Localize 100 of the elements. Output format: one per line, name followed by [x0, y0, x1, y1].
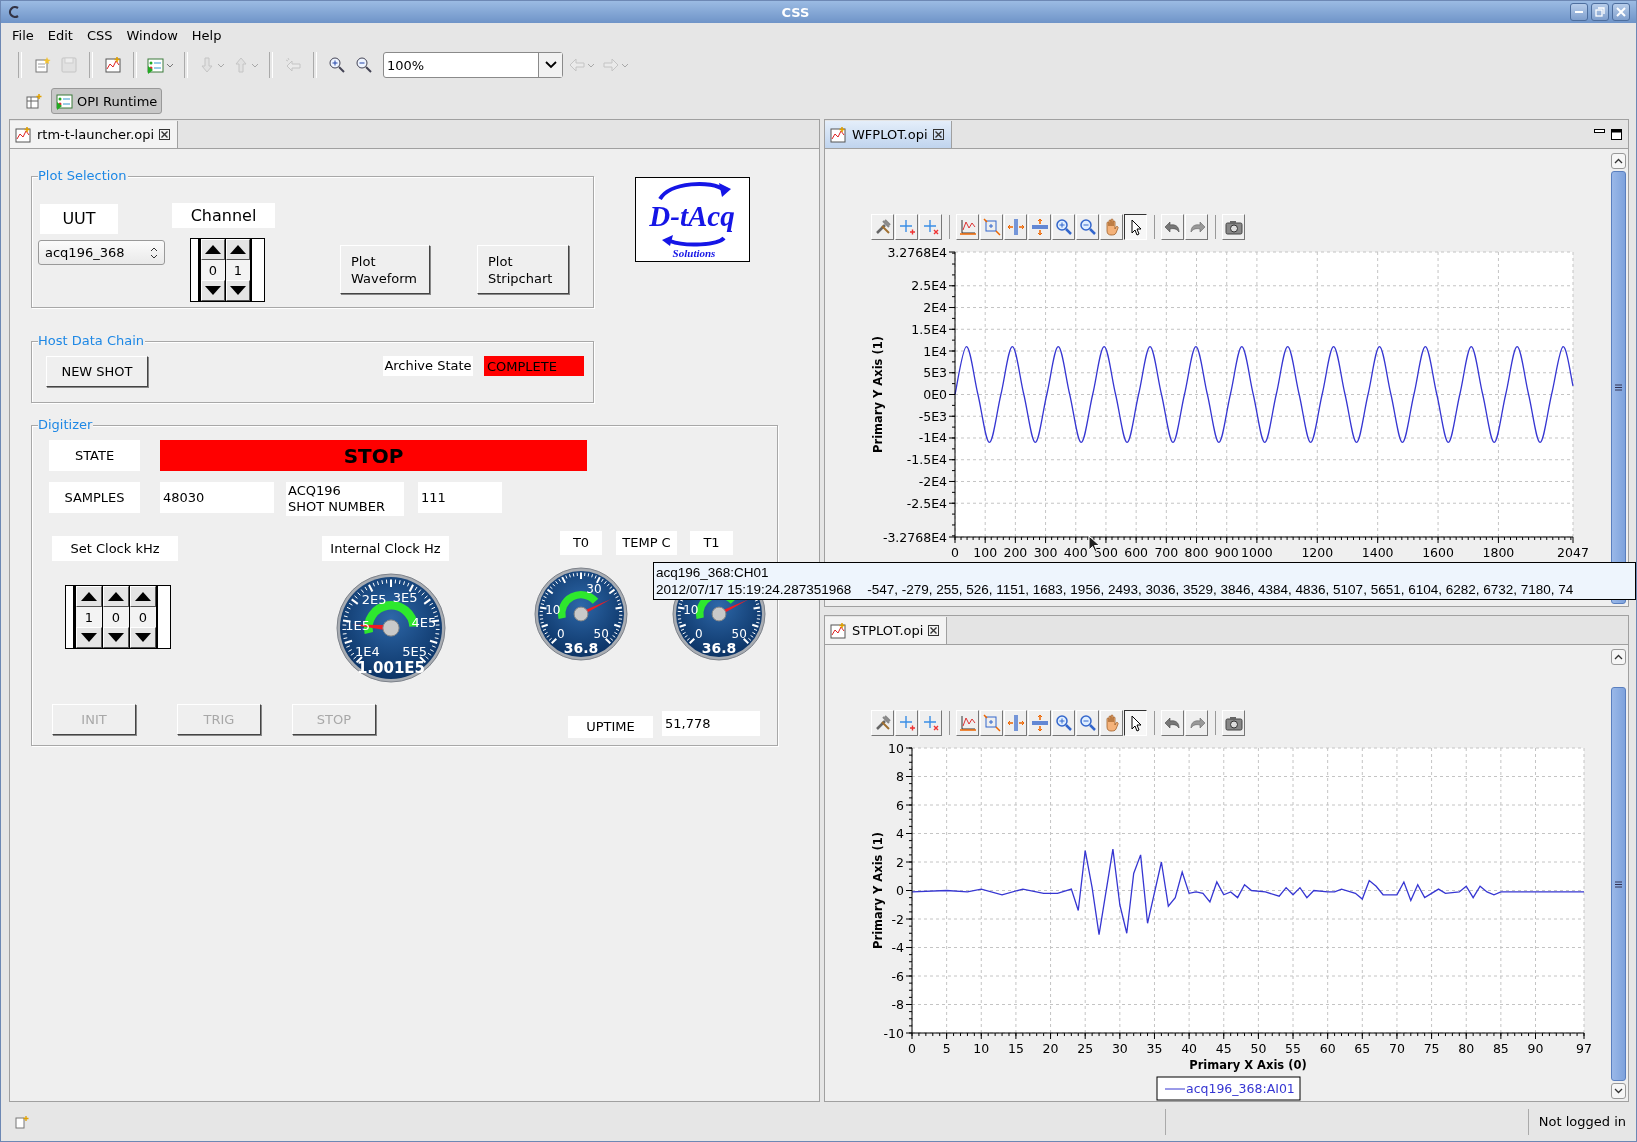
- menu-item[interactable]: Help: [184, 25, 229, 45]
- tick-label: 40: [1181, 1041, 1198, 1056]
- tick-label: -2: [891, 911, 904, 927]
- login-status: Not logged in: [1537, 1114, 1627, 1129]
- zoom-out-icon: [355, 56, 373, 74]
- tick-label: 20: [1042, 1041, 1059, 1056]
- tick-label: 2.5E4: [911, 278, 947, 294]
- view-tab[interactable]: WFPLOT.opi: [825, 121, 952, 148]
- zoom-in-icon: [328, 56, 346, 74]
- close-icon[interactable]: [928, 625, 940, 636]
- new-file-icon: [33, 56, 51, 74]
- spin-up-button[interactable]: [76, 586, 102, 607]
- tick-label: 6: [896, 797, 904, 813]
- plot-button[interactable]: Plot Waveform: [340, 245, 430, 294]
- up-triangle-icon: [205, 245, 221, 254]
- axis-title: Primary Y Axis (1): [871, 336, 885, 453]
- channel-label: Channel: [172, 203, 275, 228]
- scroll-down-button[interactable]: [1611, 1083, 1626, 1099]
- tick-label: 900: [1214, 545, 1239, 560]
- caret-down-icon: [1614, 1088, 1623, 1094]
- caret-icon: [217, 62, 225, 68]
- shot-number-label: ACQ196 SHOT NUMBER: [286, 482, 404, 516]
- plot-tool-button[interactable]: [1124, 709, 1147, 736]
- tick-label: 0: [896, 883, 904, 898]
- up-triangle-icon: [230, 245, 246, 254]
- spin-down-button[interactable]: [76, 627, 102, 648]
- maximize-button[interactable]: [1611, 128, 1622, 140]
- grip-icon: [1615, 880, 1622, 888]
- spin-up-button[interactable]: [130, 586, 156, 607]
- tick-label: 85: [1492, 1041, 1509, 1056]
- temp-label: TEMP C: [616, 531, 677, 555]
- gauge-scale-label: 2E5: [361, 591, 387, 607]
- internal-clock-label: Internal Clock Hz: [322, 536, 449, 561]
- perspective-button[interactable]: OPI Runtime: [51, 88, 163, 114]
- menu-item[interactable]: Edit: [40, 25, 80, 45]
- plot-tool-button[interactable]: [1124, 213, 1147, 240]
- menu-item[interactable]: File: [5, 25, 41, 45]
- caret-icon: [621, 62, 629, 68]
- scrollbar-thumb[interactable]: [1611, 171, 1626, 604]
- zoom-out-icon: [1078, 713, 1097, 732]
- menu-item[interactable]: CSS: [79, 25, 120, 45]
- spin-up-button[interactable]: [201, 239, 225, 260]
- spinner-digit: 0: [103, 607, 129, 627]
- spin-down-button[interactable]: [103, 627, 129, 648]
- minimize-icon: [1574, 11, 1584, 13]
- tick-label: 500: [1094, 545, 1118, 560]
- spin-up-button[interactable]: [226, 239, 250, 260]
- plot-button[interactable]: Plot Stripchart: [477, 245, 569, 294]
- spin-down-button[interactable]: [201, 280, 225, 301]
- spinner[interactable]: 0 1: [190, 238, 265, 302]
- gauge-scale-label: 50: [731, 627, 747, 642]
- spin-down-button[interactable]: [226, 280, 250, 301]
- tick-label: 75: [1423, 1041, 1440, 1056]
- spin-down-button[interactable]: [130, 627, 156, 648]
- dropdown-button[interactable]: [538, 53, 562, 77]
- new-shot-button[interactable]: NEW SHOT: [46, 356, 148, 387]
- axis-title: Primary Y Axis (1): [871, 832, 885, 949]
- scroll-up-button[interactable]: [1611, 153, 1626, 169]
- zoom-out-icon: [1078, 217, 1097, 236]
- minimize-window-button[interactable]: [1570, 3, 1588, 21]
- scrollbar-thumb[interactable]: [1611, 687, 1626, 1081]
- tick-label: 1800: [1482, 545, 1515, 560]
- box-zoom-icon: [982, 217, 1001, 236]
- tick-label: 300: [1033, 545, 1058, 560]
- uut-combo[interactable]: acq196_368: [38, 240, 165, 265]
- chart-icon: [14, 125, 32, 144]
- tick-label: 10: [888, 740, 904, 756]
- chart-icon: [104, 56, 122, 74]
- close-icon[interactable]: [932, 129, 944, 140]
- zoom-combo[interactable]: 100%: [383, 52, 563, 78]
- zoom-field[interactable]: 100%: [384, 53, 538, 77]
- tick-label: 2E4: [923, 300, 947, 315]
- tick-label: 5E3: [923, 365, 947, 381]
- gauge-readout: 36.8: [563, 639, 599, 656]
- view-tab[interactable]: STPLOT.opi: [825, 617, 948, 644]
- spinner[interactable]: 1 0 0: [65, 585, 171, 649]
- zoom-in-icon: [1054, 217, 1073, 236]
- tick-label: 1400: [1361, 545, 1394, 560]
- close-icon[interactable]: [159, 129, 171, 140]
- up-triangle-icon: [108, 592, 124, 601]
- maximize-window-button[interactable]: [1591, 3, 1609, 21]
- gauge-hub: [573, 606, 589, 622]
- gauge-scale-label: 1E4: [354, 644, 380, 660]
- close-window-button[interactable]: [1612, 3, 1630, 21]
- spin-up-button[interactable]: [103, 586, 129, 607]
- box-zoom-icon: [982, 713, 1001, 732]
- tick-label: -4: [891, 940, 904, 955]
- caret-icon: [166, 62, 174, 68]
- logo-text: D-tAcq: [649, 200, 735, 232]
- editor-tab[interactable]: rtm-t-launcher.opi: [10, 121, 179, 148]
- tick-label: -5E3: [918, 408, 947, 424]
- chevron-down-icon: [544, 61, 557, 69]
- set-clock-label: Set Clock kHz: [52, 536, 178, 561]
- menu-item[interactable]: Window: [119, 25, 185, 45]
- t0-label: T0: [560, 531, 602, 555]
- gauge-scale-label: 0: [695, 627, 703, 642]
- tooltip-values: -547, -279, 255, 526, 1151, 1683, 1956, 2493, 3036, 3529, 3846, 4384, 4836, 5107, 5651, 6104, 6282, 6732, 7180, 74: [867, 581, 1574, 598]
- tick-label: 3.2768E4: [887, 244, 947, 260]
- scroll-up-button[interactable]: [1611, 649, 1626, 665]
- grip-icon: [1615, 384, 1622, 391]
